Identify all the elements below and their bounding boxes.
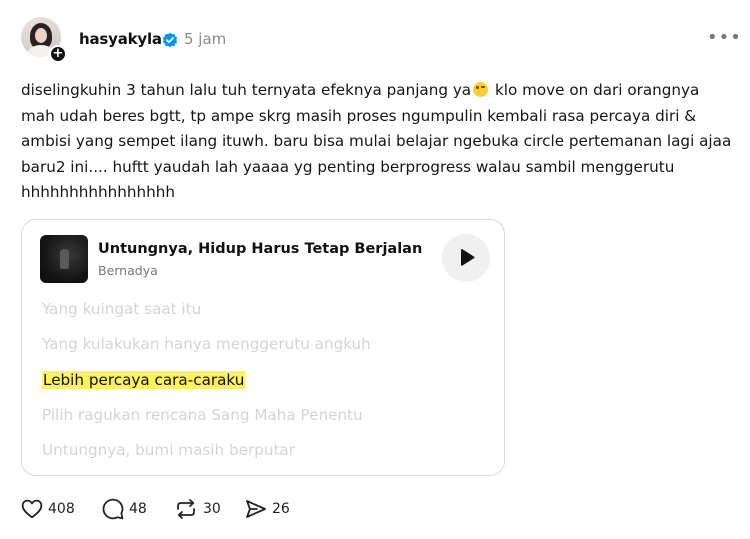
share-count: 26 xyxy=(272,501,290,517)
share-button[interactable]: 26 xyxy=(245,497,290,521)
follow-plus-icon[interactable]: + xyxy=(49,45,67,63)
reply-count: 48 xyxy=(129,501,147,517)
lyric-line: Yang kulakukan hanya menggerutu angkuh xyxy=(42,335,371,353)
username[interactable]: hasyakyla xyxy=(79,30,162,48)
upside-down-face-emoji-icon xyxy=(473,82,489,97)
reply-button[interactable]: 48 xyxy=(102,497,147,521)
album-cover xyxy=(40,235,88,283)
heart-icon xyxy=(21,499,43,519)
like-button[interactable]: 408 xyxy=(21,497,75,521)
song-title: Untungnya, Hidup Harus Tetap Berjalan xyxy=(98,241,423,257)
avatar[interactable]: + xyxy=(21,17,67,63)
like-count: 408 xyxy=(48,501,75,517)
play-button[interactable] xyxy=(442,234,490,282)
repost-icon xyxy=(177,499,195,519)
comment-icon xyxy=(102,498,124,520)
more-options-icon[interactable]: ••• xyxy=(707,27,742,48)
post-text-part-2: klo move on dari orangnya mah udah beres… xyxy=(21,81,732,201)
artist-name: Bernadya xyxy=(98,263,158,278)
repost-button[interactable]: 30 xyxy=(174,497,221,521)
repost-count: 30 xyxy=(203,501,221,517)
verified-badge-icon xyxy=(162,32,178,48)
play-icon xyxy=(461,249,475,266)
post-text: diselingkuhin 3 tahun lalu tuh ternyata … xyxy=(21,78,733,206)
lyric-line: Pilih ragukan rencana Sang Maha Penentu xyxy=(42,406,363,424)
lyric-line: Untungnya, bumi masih berputar xyxy=(42,441,295,459)
lyric-highlight: Lebih percaya cara-caraku xyxy=(42,371,246,389)
lyric-line: Yang kuingat saat itu xyxy=(42,300,202,318)
post-timestamp: 5 jam xyxy=(184,30,227,48)
post-text-part-1: diselingkuhin 3 tahun lalu tuh ternyata … xyxy=(21,81,472,99)
music-card[interactable]: Untungnya, Hidup Harus Tetap Berjalan Be… xyxy=(21,219,505,476)
share-send-icon xyxy=(246,500,266,518)
lyric-line-active: Lebih percaya cara-caraku xyxy=(42,371,246,389)
